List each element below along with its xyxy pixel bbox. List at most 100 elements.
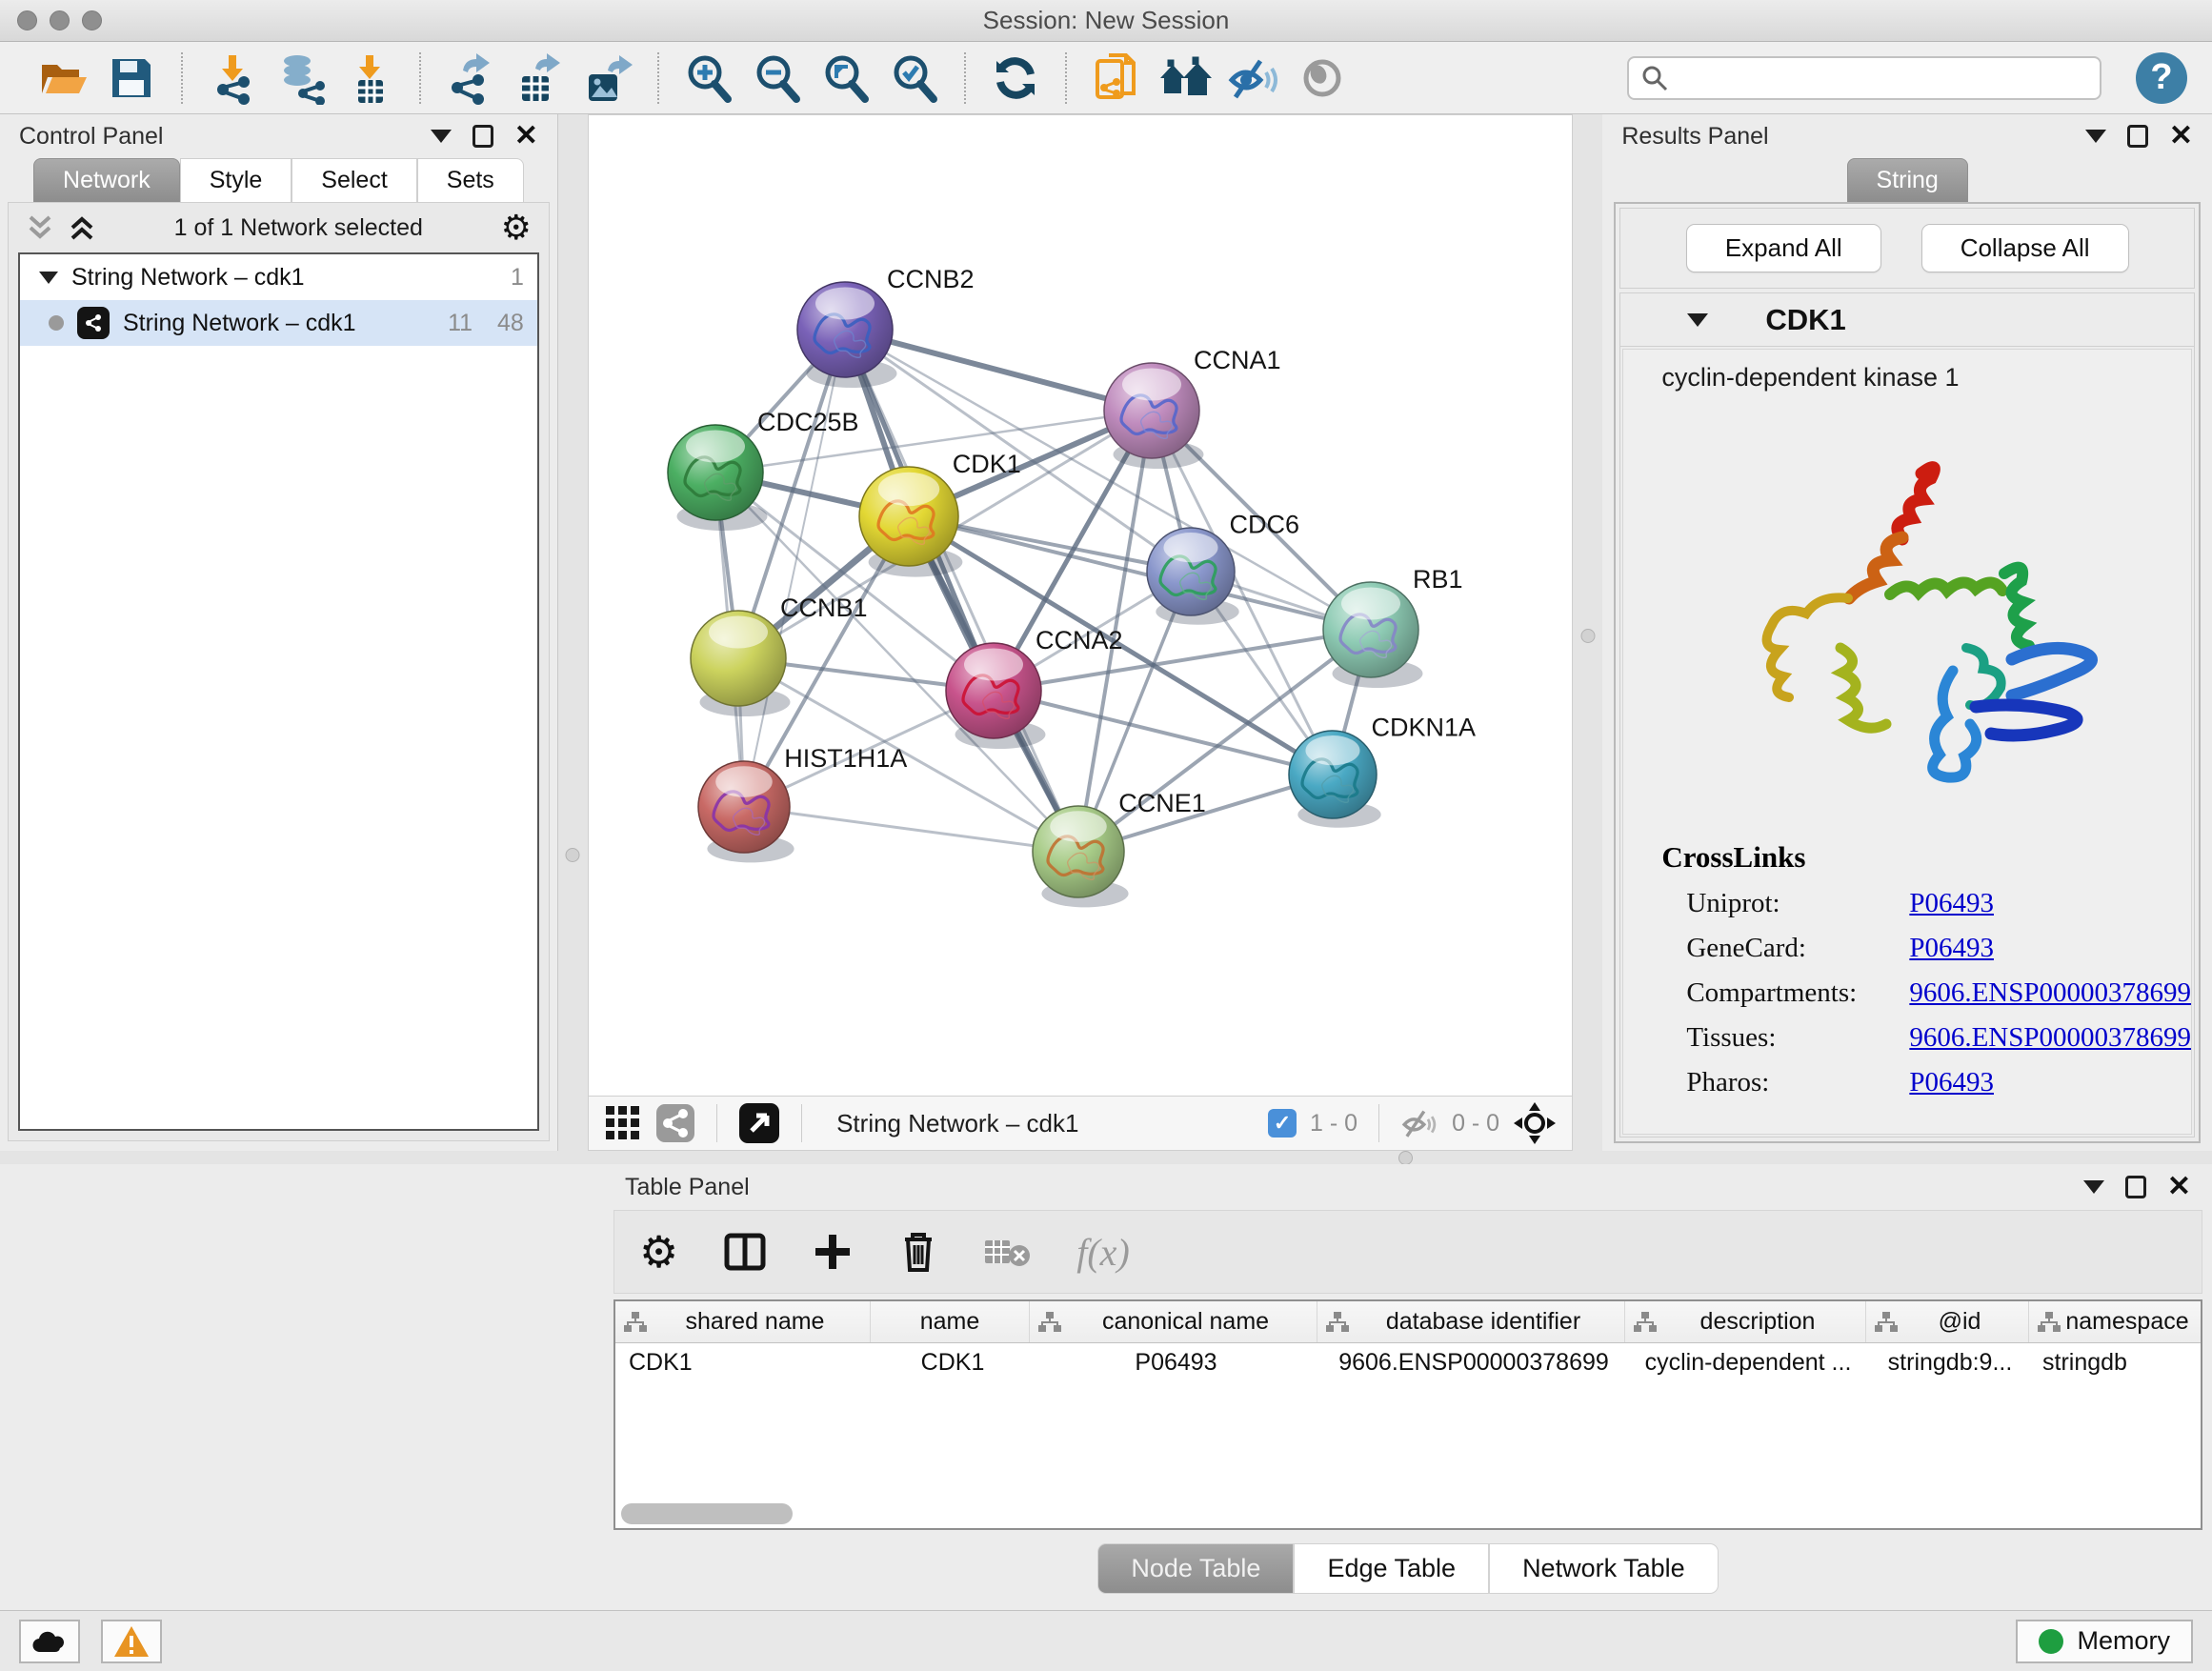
horizontal-splitter[interactable] bbox=[0, 1151, 2212, 1164]
splitter-handle[interactable] bbox=[1580, 629, 1595, 643]
zoom-out-icon[interactable] bbox=[749, 50, 806, 107]
column-header[interactable]: description bbox=[1658, 1308, 1858, 1336]
close-panel-icon[interactable]: ✕ bbox=[2169, 122, 2193, 151]
edge-CCNB2-CCNE1[interactable] bbox=[845, 330, 1078, 852]
selected-checkbox-icon[interactable]: ✓ bbox=[1268, 1109, 1297, 1137]
column-header[interactable]: namespace bbox=[2061, 1308, 2193, 1336]
import-table-icon[interactable] bbox=[341, 50, 398, 107]
cell-shared-name[interactable]: CDK1 bbox=[615, 1343, 871, 1385]
tab-network-table[interactable]: Network Table bbox=[1489, 1543, 1719, 1594]
column-header[interactable]: canonical name bbox=[1062, 1308, 1309, 1336]
import-database-icon[interactable] bbox=[272, 50, 330, 107]
zoom-fit-icon[interactable] bbox=[817, 50, 875, 107]
splitter-handle[interactable] bbox=[1398, 1151, 1413, 1165]
node-table[interactable]: shared name name canonical name database… bbox=[613, 1299, 2202, 1530]
edge-CDK1-RB1[interactable] bbox=[909, 516, 1371, 630]
export-table-icon[interactable] bbox=[511, 50, 568, 107]
column-header[interactable]: database identifier bbox=[1350, 1308, 1617, 1336]
column-header[interactable]: @id bbox=[1899, 1308, 2021, 1336]
save-session-icon[interactable] bbox=[103, 50, 160, 107]
expand-all-icon[interactable] bbox=[68, 211, 96, 244]
clone-network-icon[interactable] bbox=[1088, 50, 1145, 107]
genecard-link[interactable]: P06493 bbox=[1909, 933, 1994, 964]
birdseye-icon[interactable] bbox=[738, 1102, 780, 1144]
float-panel-icon[interactable] bbox=[2127, 125, 2148, 148]
compartments-link[interactable]: 9606.ENSP00000378699 bbox=[1909, 977, 2191, 1009]
gear-icon[interactable]: ⚙ bbox=[501, 211, 532, 245]
help-button[interactable]: ? bbox=[2136, 52, 2187, 104]
fit-content-crosshair-icon[interactable] bbox=[1513, 1101, 1557, 1145]
eye-icon[interactable] bbox=[1294, 50, 1351, 107]
show-columns-icon[interactable] bbox=[724, 1231, 766, 1273]
collapse-all-icon[interactable] bbox=[26, 211, 54, 244]
tab-select[interactable]: Select bbox=[292, 158, 416, 202]
hidden-eye-icon[interactable] bbox=[1400, 1107, 1438, 1139]
panel-menu-icon[interactable] bbox=[2085, 130, 2106, 143]
export-image-icon[interactable] bbox=[579, 50, 636, 107]
node-CCNB2[interactable]: CCNB2 bbox=[797, 265, 975, 388]
edge-HIST1H1A-CCNE1[interactable] bbox=[744, 807, 1078, 852]
search-input[interactable] bbox=[1679, 65, 2088, 91]
string-home-icon[interactable] bbox=[1156, 50, 1214, 107]
uniprot-link[interactable]: P06493 bbox=[1909, 888, 1994, 919]
tab-sets[interactable]: Sets bbox=[417, 158, 524, 202]
right-splitter[interactable] bbox=[1573, 114, 1602, 1151]
refresh-icon[interactable] bbox=[987, 50, 1044, 107]
pharos-link[interactable]: P06493 bbox=[1909, 1067, 1994, 1098]
edge-CCNB2-HIST1H1A[interactable] bbox=[744, 330, 845, 807]
close-panel-icon[interactable]: ✕ bbox=[514, 122, 538, 151]
warning-status-button[interactable] bbox=[101, 1620, 162, 1663]
import-network-icon[interactable] bbox=[204, 50, 261, 107]
column-header[interactable]: name bbox=[878, 1308, 1021, 1336]
hide-unhide-icon[interactable] bbox=[1225, 50, 1282, 107]
float-panel-icon[interactable] bbox=[473, 125, 493, 148]
node-CDKN1A[interactable]: CDKN1A bbox=[1289, 714, 1476, 828]
zoom-in-icon[interactable] bbox=[680, 50, 737, 107]
close-panel-icon[interactable]: ✕ bbox=[2167, 1173, 2191, 1201]
tissues-link[interactable]: 9606.ENSP00000378699 bbox=[1909, 1022, 2191, 1054]
zoom-selected-icon[interactable] bbox=[886, 50, 943, 107]
panel-menu-icon[interactable] bbox=[2083, 1180, 2104, 1194]
cell-database-identifier[interactable]: 9606.ENSP00000378699 bbox=[1317, 1343, 1625, 1385]
network-collection-row[interactable]: String Network – cdk1 1 bbox=[20, 254, 537, 300]
node-CDC25B[interactable]: CDC25B bbox=[668, 408, 859, 531]
tab-node-table[interactable]: Node Table bbox=[1097, 1543, 1294, 1594]
panel-menu-icon[interactable] bbox=[431, 130, 452, 143]
cell-id[interactable]: stringdb:9... bbox=[1866, 1343, 2029, 1385]
delete-table-icon[interactable] bbox=[983, 1235, 1031, 1269]
cell-name[interactable]: CDK1 bbox=[871, 1343, 1030, 1385]
add-column-icon[interactable] bbox=[812, 1231, 854, 1273]
tab-edge-table[interactable]: Edge Table bbox=[1294, 1543, 1489, 1594]
open-session-icon[interactable] bbox=[34, 50, 91, 107]
node-CCNA1[interactable]: CCNA1 bbox=[1104, 346, 1281, 469]
grid-mode-icon[interactable] bbox=[604, 1104, 642, 1142]
node-CDK1[interactable]: CDK1 bbox=[859, 450, 1021, 576]
delete-column-icon[interactable] bbox=[899, 1230, 937, 1274]
network-mode-icon[interactable] bbox=[655, 1103, 695, 1143]
column-header[interactable]: shared name bbox=[648, 1308, 862, 1336]
export-network-icon[interactable] bbox=[442, 50, 499, 107]
table-settings-gear-icon[interactable]: ⚙ bbox=[639, 1230, 678, 1274]
section-collapse-icon[interactable] bbox=[1687, 313, 1708, 327]
tab-string[interactable]: String bbox=[1847, 158, 1968, 202]
node-CCNB1[interactable]: CCNB1 bbox=[691, 594, 868, 716]
memory-button[interactable]: Memory bbox=[2016, 1620, 2193, 1663]
network-canvas[interactable]: CCNB2CCNA1CDC25BCDK1CDC6RB1CCNB1CCNA2CDK… bbox=[589, 115, 1572, 1096]
horizontal-scrollbar[interactable] bbox=[621, 1503, 793, 1524]
node-HIST1H1A[interactable]: HIST1H1A bbox=[698, 744, 907, 863]
table-row[interactable]: CDK1 CDK1 P06493 9606.ENSP00000378699 cy… bbox=[615, 1343, 2201, 1385]
network-row[interactable]: String Network – cdk1 11 48 bbox=[20, 300, 537, 346]
function-builder-icon[interactable]: f(x) bbox=[1076, 1230, 1130, 1275]
splitter-handle[interactable] bbox=[566, 848, 580, 862]
expand-all-button[interactable]: Expand All bbox=[1686, 224, 1881, 272]
node-RB1[interactable]: RB1 bbox=[1323, 565, 1463, 688]
left-splitter[interactable] bbox=[558, 114, 588, 1151]
float-panel-icon[interactable] bbox=[2125, 1176, 2146, 1198]
collapse-all-button[interactable]: Collapse All bbox=[1921, 224, 2129, 272]
cell-namespace[interactable]: stringdb bbox=[2029, 1343, 2201, 1385]
tab-network[interactable]: Network bbox=[33, 158, 180, 202]
cloud-status-button[interactable] bbox=[19, 1620, 80, 1663]
collapse-triangle-icon[interactable] bbox=[39, 272, 58, 284]
cell-canonical-name[interactable]: P06493 bbox=[1030, 1343, 1317, 1385]
cell-description[interactable]: cyclin-dependent ... bbox=[1625, 1343, 1866, 1385]
